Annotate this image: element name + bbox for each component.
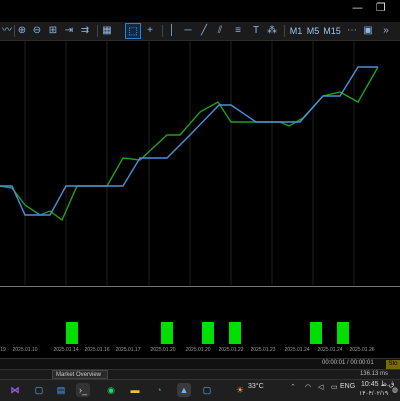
chart-properties-icon[interactable]: ▦ [101, 23, 113, 39]
tray-chevron-icon[interactable]: ⌃ [290, 383, 296, 391]
wifi-icon[interactable]: ◠ [305, 383, 311, 391]
x-tick-label: 2025.01.14 [53, 347, 79, 353]
channel-icon[interactable]: ⫽ [214, 23, 226, 39]
chart-toolbar: 〰 ⊕ ⊖ ⊞ ⇥ ⇉ ▦ ⬚ + │ ─ ╱ ⫽ ≡ T ⁂ M1 M5 M1… [0, 22, 400, 41]
terminal-icon[interactable]: ›_ [76, 383, 90, 397]
toolbar-expand-icon[interactable]: » [380, 23, 392, 39]
more-tools-icon[interactable]: ⋯ [346, 23, 358, 39]
file-explorer-icon[interactable]: ▬ [128, 383, 142, 397]
clock-date[interactable]: ۱۴۰۴/۰۲/۱۹ [359, 390, 388, 397]
toolbar-separator [162, 25, 163, 37]
x-tick-label: 2025.01.22 [218, 347, 244, 353]
volume-icon[interactable]: ◁ [318, 383, 323, 391]
vertical-line-icon[interactable]: │ [166, 23, 178, 39]
chart-scroll-icon[interactable]: ⇉ [79, 23, 91, 39]
x-tick-label: 19 [0, 347, 6, 353]
market-overview-tab[interactable]: Market Overview [52, 370, 108, 379]
indicator-bar [310, 322, 322, 344]
visual-studio-icon[interactable]: ⋈ [8, 383, 22, 397]
crosshair-tool-icon[interactable]: + [144, 23, 156, 39]
x-tick-label: 2025.01.10 [12, 347, 38, 353]
horizontal-line-icon[interactable]: ─ [182, 23, 194, 39]
x-tick-label: 2025.01.17 [115, 347, 141, 353]
timeframe-m1[interactable]: M1 [289, 23, 303, 39]
indicator-bar [229, 322, 241, 344]
x-tick-label: 2025.01.20 [185, 347, 211, 353]
price-chart-svg [0, 41, 379, 285]
x-tick-label: 2025.01.24 [284, 347, 310, 353]
zoom-out-icon[interactable]: ⊖ [31, 23, 43, 39]
language-indicator[interactable]: ENG [340, 383, 355, 390]
price-chart[interactable] [0, 41, 400, 285]
phone-link-icon[interactable]: ▢ [200, 383, 214, 397]
weather-temp[interactable]: 33°C [248, 383, 264, 390]
timeframe-m5[interactable]: M5 [306, 23, 320, 39]
clock-time[interactable]: 10:45 ق.ظ [361, 380, 394, 388]
x-tick-label: 2025.01.26 [349, 347, 375, 353]
battery-icon[interactable]: ▭ [331, 383, 338, 391]
x-tick-label: 2025.01.24 [317, 347, 343, 353]
x-tick-label: 2025.01.23 [250, 347, 276, 353]
time-axis: 19 2025.01.10 2025.01.14 2025.01.16 2025.01.… [0, 344, 400, 358]
indicator-panel[interactable] [0, 287, 400, 344]
status-time-range: 00:00:01 / 00:00:01 [322, 360, 374, 366]
stop-button[interactable]: Sto [386, 360, 400, 369]
toolbar-separator [14, 25, 15, 37]
fibonacci-icon[interactable]: ≡ [232, 23, 244, 39]
store-icon[interactable]: ▢ [32, 383, 46, 397]
window-titlebar: — ❐ [0, 0, 400, 22]
toolbar-separator [284, 25, 285, 37]
indicator-bar [161, 322, 173, 344]
windows-taskbar: ⋈ ▢ ▤ ›_ ◉ ▬ ◔ ▲ ▢ ☀ 33°C ⌃ ◠ ◁ ▭ ENG 10… [0, 379, 400, 401]
calendar-icon[interactable]: ▤ [54, 383, 68, 397]
indicator-bar [202, 322, 214, 344]
toolbar-separator [97, 25, 98, 37]
mt-icon[interactable]: ▲ [177, 383, 191, 397]
shapes-icon[interactable]: ⁂ [266, 23, 278, 39]
indicator-bar [66, 322, 78, 344]
whatsapp-icon[interactable]: ◉ [104, 383, 118, 397]
timeframe-m15[interactable]: M15 [323, 23, 341, 39]
line-icon[interactable]: 〰 [2, 23, 12, 39]
cursor-icon[interactable]: ⬚ [125, 23, 141, 39]
text-icon[interactable]: T [250, 23, 262, 39]
chart-shift-icon[interactable]: ⇥ [63, 23, 75, 39]
trendline-icon[interactable]: ╱ [198, 23, 210, 39]
x-tick-label: 2025.01.16 [84, 347, 110, 353]
zoom-in-icon[interactable]: ⊕ [16, 23, 28, 39]
indicator-bar [337, 322, 349, 344]
window-icon[interactable]: ▣ [362, 23, 374, 39]
blue-price-line [0, 66, 378, 216]
x-tick-label: 2025.01.20 [150, 347, 176, 353]
indicator-panel-svg [66, 322, 349, 344]
chat-icon[interactable]: ◔ [152, 383, 166, 397]
minimize-button[interactable]: — [352, 2, 363, 14]
notification-icon[interactable]: ◍ [392, 386, 398, 394]
green-price-line [0, 66, 379, 222]
restore-button[interactable]: ❐ [376, 2, 386, 14]
network-latency: 136.13 ms [359, 371, 388, 377]
weather-icon[interactable]: ☀ [233, 383, 247, 397]
grid-icon[interactable]: ⊞ [47, 23, 59, 39]
